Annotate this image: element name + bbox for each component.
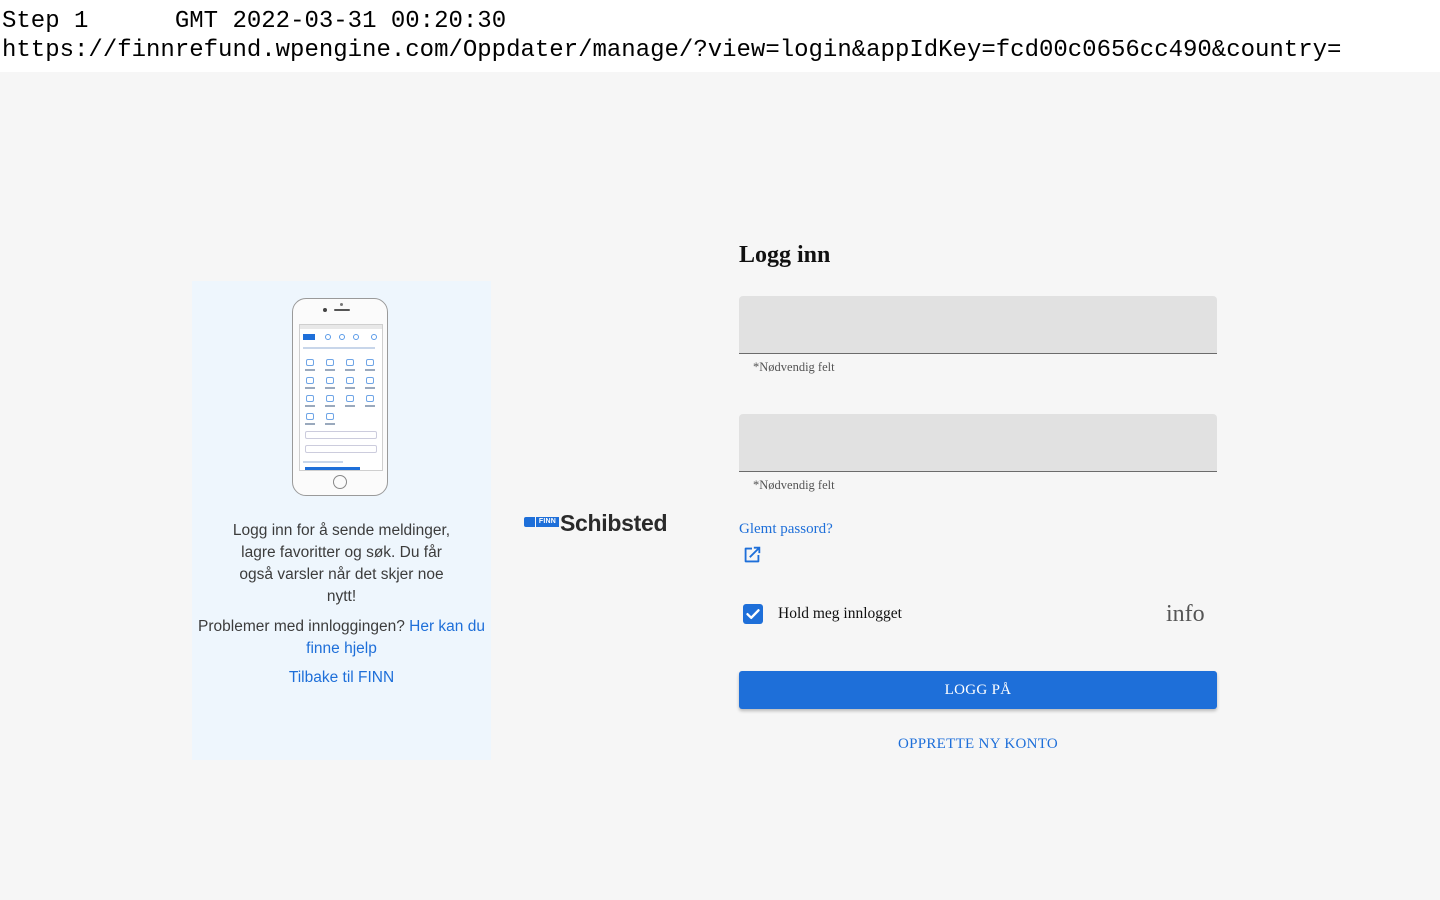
login-title: Logg inn bbox=[739, 242, 831, 268]
username-field[interactable] bbox=[739, 296, 1217, 354]
capture-header: Step 1 GMT 2022-03-31 00:20:30 https://f… bbox=[0, 0, 1440, 72]
password-helper-text: *Nødvendig felt bbox=[753, 478, 835, 492]
password-input[interactable] bbox=[739, 414, 1217, 471]
capture-step: Step 1 bbox=[2, 8, 89, 35]
username-input[interactable] bbox=[739, 296, 1217, 353]
back-to-finn-link[interactable]: Tilbake til FINN bbox=[289, 669, 394, 686]
info-icon[interactable]: info bbox=[1166, 600, 1205, 628]
schibsted-logo-text: Schibsted bbox=[560, 510, 668, 536]
capture-timestamp: GMT 2022-03-31 00:20:30 bbox=[174, 8, 507, 35]
open-in-new-icon[interactable] bbox=[741, 544, 763, 566]
remember-me-label[interactable]: Hold meg innlogget bbox=[778, 604, 902, 624]
login-button[interactable]: LOGG PÅ bbox=[739, 671, 1217, 709]
capture-step-line: Step 1 GMT 2022-03-31 00:20:30 bbox=[2, 7, 506, 36]
create-account-button[interactable]: OPPRETTE NY KONTO bbox=[739, 734, 1217, 754]
password-field[interactable] bbox=[739, 414, 1217, 472]
checkmark-icon bbox=[746, 609, 760, 619]
phone-home-button bbox=[333, 475, 347, 489]
help-prefix: Problemer med innloggingen? bbox=[198, 618, 405, 635]
info-description: Logg inn for å sende meldinger, lagre fa… bbox=[192, 520, 491, 608]
help-line: Problemer med innloggingen? Her kan du f… bbox=[192, 616, 491, 660]
info-panel: Logg inn for å sende meldinger, lagre fa… bbox=[192, 281, 491, 760]
capture-url: https://finnrefund.wpengine.com/Oppdater… bbox=[2, 37, 1342, 64]
finn-mark-icon bbox=[524, 517, 535, 527]
info-description-text: Logg inn for å sende meldinger, lagre fa… bbox=[232, 522, 451, 605]
finn-logo-text: FINN bbox=[536, 517, 559, 527]
phone-illustration bbox=[292, 298, 388, 496]
remember-me-checkbox[interactable] bbox=[743, 604, 763, 624]
finn-schibsted-logo: FINN Schibsted bbox=[524, 510, 676, 536]
username-helper-text: *Nødvendig felt bbox=[753, 360, 835, 374]
phone-screen bbox=[299, 324, 383, 471]
forgot-password-link[interactable]: Glemt passord? bbox=[739, 521, 833, 538]
back-line: Tilbake til FINN bbox=[192, 667, 491, 689]
